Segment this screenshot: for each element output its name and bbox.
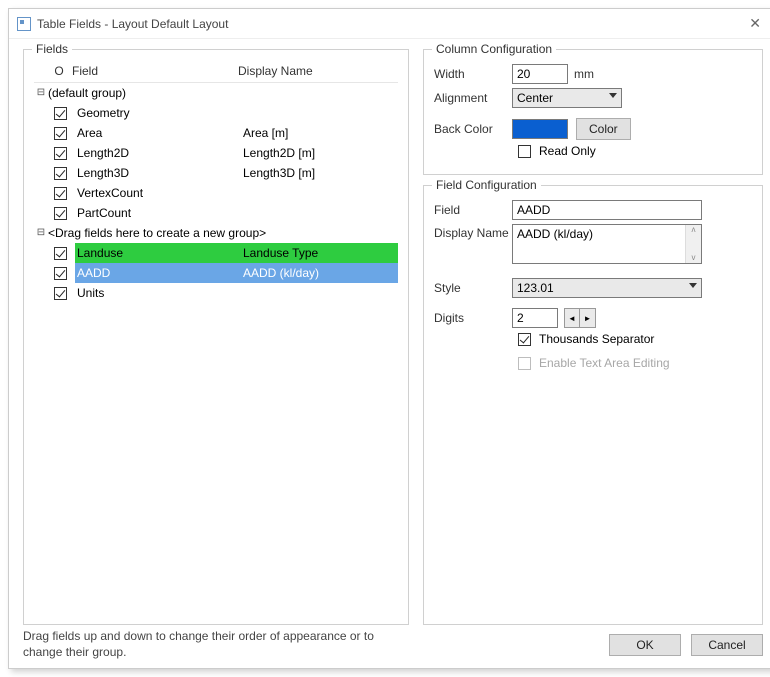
- collapse-icon[interactable]: ⊟: [34, 86, 48, 100]
- display-name: AADD (kl/day): [241, 263, 398, 283]
- group-label: <Drag fields here to create a new group>: [48, 226, 266, 240]
- fields-groupbox: Fields O Field Display Name ⊟(default gr…: [23, 49, 409, 625]
- tree-item[interactable]: AreaArea [m]: [34, 123, 398, 143]
- tree-header: O Field Display Name: [34, 60, 398, 83]
- tree-item[interactable]: Geometry: [34, 103, 398, 123]
- cancel-button[interactable]: Cancel: [691, 634, 763, 656]
- visibility-checkbox[interactable]: [54, 147, 67, 160]
- field-name: PartCount: [75, 203, 241, 223]
- ok-button[interactable]: OK: [609, 634, 681, 656]
- enable-textarea-checkbox: [518, 357, 531, 370]
- readonly-checkbox[interactable]: [518, 145, 531, 158]
- visibility-checkbox[interactable]: [54, 267, 67, 280]
- chevron-down-icon: [689, 283, 697, 288]
- tree-item[interactable]: VertexCount: [34, 183, 398, 203]
- app-icon: [17, 17, 31, 31]
- field-name: Area: [75, 123, 241, 143]
- textarea-scrollbar[interactable]: ʌv: [685, 225, 701, 263]
- style-combo[interactable]: 123.01: [512, 278, 702, 298]
- tree-item[interactable]: Length2DLength2D [m]: [34, 143, 398, 163]
- display-name: Length2D [m]: [241, 143, 398, 163]
- field-name: Length3D: [75, 163, 241, 183]
- style-value: 123.01: [517, 281, 554, 295]
- style-label: Style: [434, 281, 512, 295]
- field-name: Units: [75, 283, 241, 303]
- field-config-legend: Field Configuration: [432, 178, 541, 192]
- display-name: [241, 183, 398, 203]
- display-name: [241, 283, 398, 303]
- alignment-combo[interactable]: Center: [512, 88, 622, 108]
- thousands-label: Thousands Separator: [539, 332, 654, 346]
- field-name: Landuse: [75, 243, 241, 263]
- readonly-label: Read Only: [539, 144, 596, 158]
- dialog-window: Table Fields - Layout Default Layout ✕ F…: [8, 8, 770, 669]
- group-label: (default group): [48, 86, 126, 100]
- fields-legend: Fields: [32, 42, 72, 56]
- visibility-checkbox[interactable]: [54, 127, 67, 140]
- header-display[interactable]: Display Name: [234, 64, 398, 78]
- display-name: Length3D [m]: [241, 163, 398, 183]
- visibility-checkbox[interactable]: [54, 247, 67, 260]
- width-unit: mm: [574, 67, 594, 81]
- window-title: Table Fields - Layout Default Layout: [37, 17, 228, 31]
- visibility-checkbox[interactable]: [54, 187, 67, 200]
- close-icon[interactable]: ✕: [741, 13, 769, 34]
- alignment-label: Alignment: [434, 91, 512, 105]
- color-button[interactable]: Color: [576, 118, 631, 140]
- fields-tree[interactable]: ⊟(default group)GeometryAreaArea [m]Leng…: [34, 83, 398, 614]
- titlebar: Table Fields - Layout Default Layout ✕: [9, 9, 770, 39]
- displayname-label: Display Name: [434, 224, 512, 240]
- tree-item[interactable]: Length3DLength3D [m]: [34, 163, 398, 183]
- backcolor-label: Back Color: [434, 122, 512, 136]
- field-label: Field: [434, 203, 512, 217]
- displayname-textarea[interactable]: AADD (kl/day) ʌv: [512, 224, 702, 264]
- field-name: AADD: [75, 263, 241, 283]
- tree-group[interactable]: ⊟<Drag fields here to create a new group…: [34, 223, 398, 243]
- width-label: Width: [434, 67, 512, 81]
- field-input[interactable]: [512, 200, 702, 220]
- field-name: VertexCount: [75, 183, 241, 203]
- width-input[interactable]: [512, 64, 568, 84]
- digits-input[interactable]: [512, 308, 558, 328]
- display-name: [241, 103, 398, 123]
- column-config-legend: Column Configuration: [432, 42, 556, 56]
- enable-textarea-label: Enable Text Area Editing: [539, 356, 670, 370]
- digits-label: Digits: [434, 311, 512, 325]
- column-config-groupbox: Column Configuration Width mm Alignment …: [423, 49, 763, 175]
- alignment-value: Center: [517, 91, 553, 105]
- tree-group[interactable]: ⊟(default group): [34, 83, 398, 103]
- field-name: Length2D: [75, 143, 241, 163]
- digits-decrement[interactable]: ◄: [564, 308, 580, 328]
- tree-item[interactable]: Units: [34, 283, 398, 303]
- tree-item[interactable]: LanduseLanduse Type: [34, 243, 398, 263]
- header-o[interactable]: O: [34, 64, 68, 78]
- visibility-checkbox[interactable]: [54, 167, 67, 180]
- tree-item[interactable]: AADDAADD (kl/day): [34, 263, 398, 283]
- chevron-down-icon: [609, 93, 617, 98]
- header-field[interactable]: Field: [68, 64, 234, 78]
- thousands-checkbox[interactable]: [518, 333, 531, 346]
- display-name: Area [m]: [241, 123, 398, 143]
- field-name: Geometry: [75, 103, 241, 123]
- digits-increment[interactable]: ►: [580, 308, 596, 328]
- visibility-checkbox[interactable]: [54, 107, 67, 120]
- backcolor-swatch[interactable]: [512, 119, 568, 139]
- visibility-checkbox[interactable]: [54, 207, 67, 220]
- display-name: Landuse Type: [241, 243, 398, 263]
- collapse-icon[interactable]: ⊟: [34, 226, 48, 240]
- displayname-value: AADD (kl/day): [517, 227, 593, 241]
- display-name: [241, 203, 398, 223]
- tree-item[interactable]: PartCount: [34, 203, 398, 223]
- visibility-checkbox[interactable]: [54, 287, 67, 300]
- field-config-groupbox: Field Configuration Field Display Name A…: [423, 185, 763, 625]
